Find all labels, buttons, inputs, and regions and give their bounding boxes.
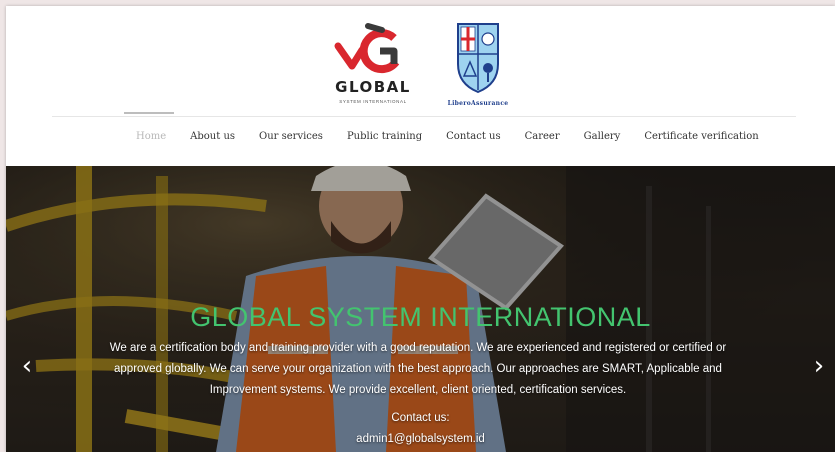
- chevron-left-icon: ‹: [21, 351, 33, 381]
- libero-assurance-logo[interactable]: LiberoAssurance: [436, 20, 520, 110]
- nav-item-about-us[interactable]: About us: [190, 126, 235, 148]
- nav-item-career[interactable]: Career: [525, 126, 560, 148]
- hero-title: GLOBAL SYSTEM INTERNATIONAL: [190, 302, 651, 333]
- header-divider: [52, 116, 796, 117]
- hero-contact-label: Contact us:: [391, 412, 450, 424]
- libero-shield-icon: [457, 23, 499, 94]
- page-frame: GLOBAL SYSTEM INTERNATIONAL LiberoAssura…: [6, 6, 835, 452]
- global-logo-mark-icon: [334, 23, 400, 74]
- slider-prev-button[interactable]: ‹: [16, 349, 38, 383]
- hero-description: We are a certification body and training…: [109, 341, 727, 396]
- main-nav: Home About us Our services Public traini…: [123, 112, 783, 148]
- hero-slider: GLOBAL SYSTEM INTERNATIONAL We are a cer…: [6, 166, 835, 452]
- libero-logo-name: LiberoAssurance: [447, 100, 509, 107]
- nav-item-our-services[interactable]: Our services: [259, 126, 323, 148]
- nav-item-home[interactable]: Home: [123, 112, 175, 148]
- global-logo-name: GLOBAL: [335, 78, 411, 96]
- nav-item-gallery[interactable]: Gallery: [584, 126, 621, 148]
- chevron-right-icon: ›: [813, 351, 825, 381]
- nav-item-public-training[interactable]: Public training: [347, 126, 422, 148]
- global-logo-tagline: SYSTEM INTERNATIONAL: [339, 99, 407, 104]
- hero-contact-email[interactable]: admin1@globalsystem.id: [6, 433, 835, 445]
- nav-item-contact-us[interactable]: Contact us: [446, 126, 500, 148]
- site-header: GLOBAL SYSTEM INTERNATIONAL LiberoAssura…: [6, 6, 835, 166]
- nav-item-certificate-verification[interactable]: Certificate verification: [644, 126, 758, 148]
- slider-next-button[interactable]: ›: [808, 349, 830, 383]
- global-logo[interactable]: GLOBAL SYSTEM INTERNATIONAL: [328, 20, 418, 108]
